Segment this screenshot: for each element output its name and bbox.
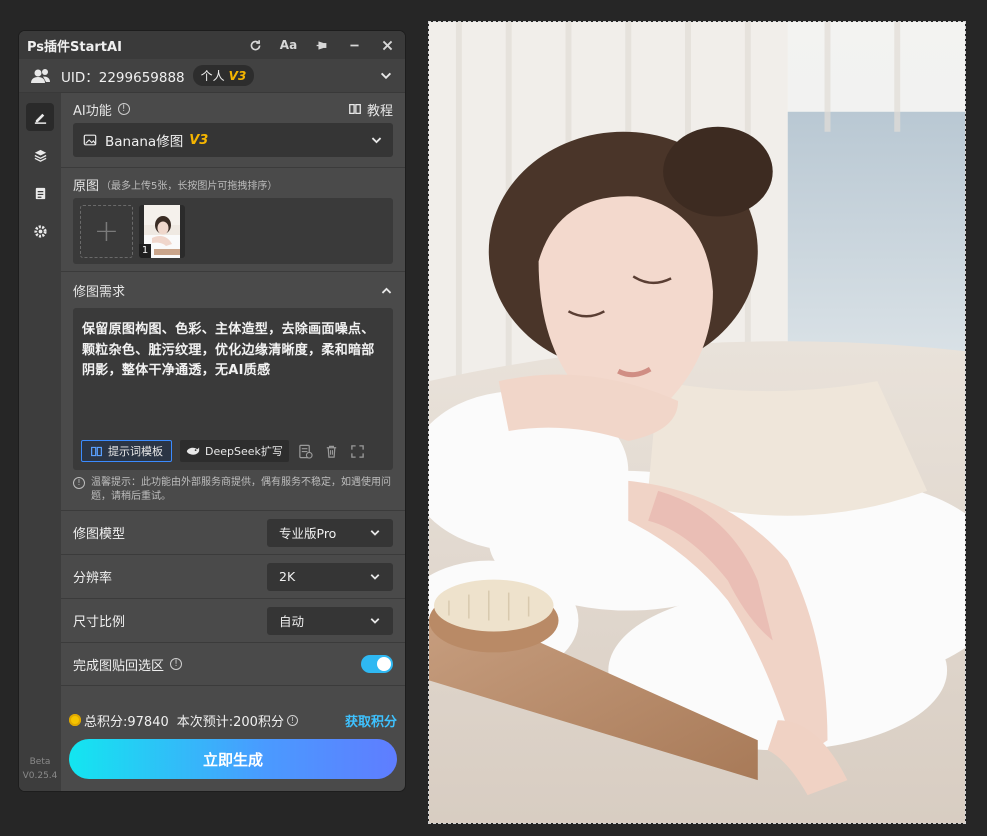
requirement-textarea[interactable]: 保留原图构图、色彩、主体造型，去除画面噪点、颗粒杂色、脏污纹理，优化边缘清晰度，… (73, 308, 393, 470)
whale-icon (186, 447, 200, 455)
footer: 总积分:97840 本次预计:200积分 ! 获取积分 立即生成 (61, 709, 405, 791)
resolution-label: 分辨率 (73, 571, 113, 586)
info-icon: ! (73, 477, 85, 489)
plan-version-badge: V3 (228, 68, 247, 83)
trash-icon[interactable] (323, 442, 341, 460)
fullscreen-icon[interactable] (349, 442, 367, 460)
save-prompt-icon[interactable] (297, 442, 315, 460)
layers-icon[interactable] (26, 141, 54, 169)
notice-text: 温馨提示：此功能由外部服务商提供，偶有服务不稳定，如遇使用问题，请稍后重试。 (91, 477, 391, 502)
font-size-icon[interactable]: Aa (279, 36, 298, 55)
plan-label: 个人 (200, 69, 225, 83)
info-icon[interactable]: ! (170, 658, 183, 670)
prompt-template-label: 提示词模板 (108, 445, 163, 458)
document-canvas[interactable] (428, 21, 966, 824)
model-row: 修图模型 专业版Pro (61, 510, 405, 554)
ratio-select[interactable]: 自动 (267, 606, 393, 635)
main-content: AI功能 ! 教程 Banana修图 V3 原图 （最多上传5张，长按图片可拖拽… (61, 93, 405, 791)
resolution-value: 2K (279, 569, 296, 584)
requirement-text[interactable]: 保留原图构图、色彩、主体造型，去除画面噪点、颗粒杂色、脏污纹理，优化边缘清晰度，… (82, 320, 384, 382)
notes-icon[interactable] (26, 179, 54, 207)
plan-badge: 个人 V3 (192, 65, 255, 86)
image-thumbnail[interactable]: 1 (139, 204, 185, 258)
version-number: V0.25.4 (22, 771, 58, 781)
photo-image (429, 22, 965, 823)
info-icon[interactable]: ! (117, 103, 130, 115)
model-select[interactable]: 专业版Pro (267, 518, 393, 547)
chevron-down-icon (370, 529, 380, 536)
chevron-down-icon (370, 573, 380, 580)
thumbnail-index: 1 (139, 243, 151, 258)
info-icon[interactable]: ! (286, 714, 298, 726)
paste-back-toggle[interactable] (361, 655, 393, 673)
chevron-down-icon (370, 617, 380, 624)
chevron-down-icon[interactable] (379, 69, 393, 83)
requirement-label: 修图需求 (73, 284, 126, 300)
total-points: 总积分:97840 (84, 714, 169, 730)
earn-points-link[interactable]: 获取积分 (345, 711, 397, 730)
title-bar: Ps插件StartAI Aa (19, 31, 405, 59)
paste-back-label: 完成图贴回选区 (73, 658, 165, 674)
ai-function-label: AI功能 (73, 103, 112, 119)
ai-function-value: Banana修图 (105, 134, 184, 150)
minimize-icon[interactable] (345, 36, 364, 55)
coin-icon (69, 714, 81, 726)
book-icon (349, 103, 361, 115)
function-version-badge: V3 (189, 132, 209, 148)
book-open-icon (91, 446, 102, 456)
plugin-panel: Ps插件StartAI Aa UID：2299659888 个人 V3 Beta… (19, 31, 405, 791)
tutorial-link[interactable]: 教程 (348, 100, 393, 119)
chevron-up-icon[interactable] (380, 284, 393, 297)
resolution-select[interactable]: 2K (267, 562, 393, 591)
ratio-row: 尺寸比例 自动 (61, 598, 405, 642)
estimated-points: 本次预计:200积分 (176, 714, 284, 730)
model-value: 专业版Pro (279, 526, 337, 541)
users-icon (31, 68, 50, 83)
add-image-button[interactable]: + (80, 204, 133, 258)
side-rail: Beta V0.25.4 (19, 93, 61, 791)
beta-label: Beta (29, 757, 51, 767)
image-icon (83, 134, 97, 146)
close-icon[interactable] (378, 36, 397, 55)
ratio-label: 尺寸比例 (73, 615, 126, 630)
notice: ! 温馨提示：此功能由外部服务商提供，偶有服务不稳定，如遇使用问题，请稍后重试。 (73, 470, 393, 510)
prompt-template-button[interactable]: 提示词模板 (81, 440, 172, 462)
model-label: 修图模型 (73, 527, 126, 542)
ratio-value: 自动 (279, 614, 305, 629)
pin-icon[interactable] (312, 36, 331, 55)
ai-function-select[interactable]: Banana修图 V3 (73, 123, 393, 157)
uid-label: UID：2299659888 (61, 69, 185, 86)
window-title: Ps插件StartAI (27, 39, 122, 55)
resolution-row: 分辨率 2K (61, 554, 405, 598)
user-bar[interactable]: UID：2299659888 个人 V3 (19, 59, 405, 93)
generate-button[interactable]: 立即生成 (69, 739, 397, 779)
version-label: Beta V0.25.4 (19, 755, 61, 783)
upload-area: + 1 (73, 198, 393, 264)
edit-icon[interactable] (26, 103, 54, 131)
source-image-hint: （最多上传5张，长按图片可拖拽排序） (101, 180, 278, 192)
chevron-down-icon (371, 136, 382, 143)
refresh-icon[interactable] (246, 36, 265, 55)
paste-back-row: 完成图贴回选区 ! (61, 642, 405, 686)
tutorial-label: 教程 (366, 103, 393, 119)
deepseek-label: DeepSeek扩写 (205, 445, 283, 458)
source-image-label: 原图 (73, 178, 100, 194)
settings-icon[interactable] (26, 217, 54, 245)
deepseek-expand-button[interactable]: DeepSeek扩写 (180, 440, 289, 462)
